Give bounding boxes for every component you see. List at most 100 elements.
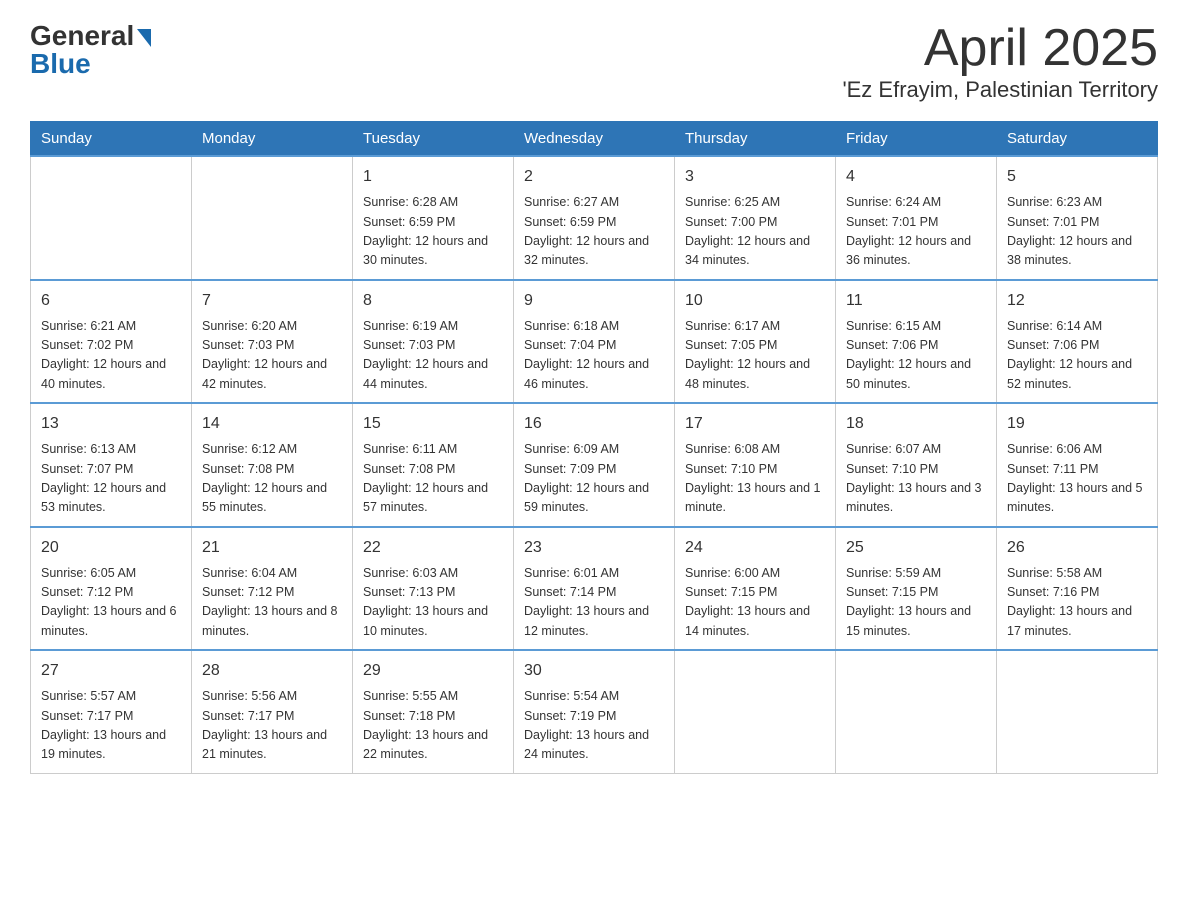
day-number: 13 — [41, 412, 181, 436]
page-header: General Blue April 2025 'Ez Efrayim, Pal… — [30, 20, 1158, 103]
calendar-cell: 19 Sunrise: 6:06 AMSunset: 7:11 PMDayligh… — [997, 403, 1158, 527]
day-number: 12 — [1007, 289, 1147, 313]
title-section: April 2025 'Ez Efrayim, Palestinian Terr… — [842, 20, 1158, 103]
header-friday: Friday — [836, 122, 997, 157]
calendar-cell: 4Sunrise: 6:24 AMSunset: 7:01 PMDaylight… — [836, 156, 997, 280]
calendar-cell — [836, 650, 997, 773]
day-info: Sunrise: 6:20 AMSunset: 7:03 PMDaylight:… — [202, 319, 327, 391]
day-number: 15 — [363, 412, 503, 436]
day-info: Sunrise: 6:13 AMSunset: 7:07 PMDaylight:… — [41, 442, 166, 514]
calendar-header-row: SundayMondayTuesdayWednesdayThursdayFrid… — [31, 122, 1158, 157]
calendar-cell: 21Sunrise: 6:04 AMSunset: 7:12 PMDayligh… — [192, 527, 353, 651]
header-tuesday: Tuesday — [353, 122, 514, 157]
calendar-cell: 23Sunrise: 6:01 AMSunset: 7:14 PMDayligh… — [514, 527, 675, 651]
calendar-cell — [675, 650, 836, 773]
calendar-cell: 17 Sunrise: 6:08 AMSunset: 7:10 PMDayligh… — [675, 403, 836, 527]
header-sunday: Sunday — [31, 122, 192, 157]
calendar-week-row: 1Sunrise: 6:28 AMSunset: 6:59 PMDaylight… — [31, 156, 1158, 280]
day-number: 2 — [524, 165, 664, 189]
calendar-cell: 1Sunrise: 6:28 AMSunset: 6:59 PMDaylight… — [353, 156, 514, 280]
day-number: 19 — [1007, 412, 1147, 436]
day-info: Sunrise: 6:23 AMSunset: 7:01 PMDaylight:… — [1007, 195, 1132, 267]
calendar-cell: 15 Sunrise: 6:11 AMSunset: 7:08 PMDayligh… — [353, 403, 514, 527]
day-number: 10 — [685, 289, 825, 313]
calendar-cell: 27 Sunrise: 5:57 AMSunset: 7:17 PMDayligh… — [31, 650, 192, 773]
day-number: 11 — [846, 289, 986, 313]
day-info: Sunrise: 6:25 AMSunset: 7:00 PMDaylight:… — [685, 195, 810, 267]
calendar-cell: 25Sunrise: 5:59 AMSunset: 7:15 PMDayligh… — [836, 527, 997, 651]
day-number: 6 — [41, 289, 181, 313]
day-info: Sunrise: 6:24 AMSunset: 7:01 PMDaylight:… — [846, 195, 971, 267]
calendar-cell: 12 Sunrise: 6:14 AMSunset: 7:06 PMDayligh… — [997, 280, 1158, 404]
day-info: Sunrise: 6:05 AMSunset: 7:12 PMDaylight:… — [41, 566, 177, 638]
calendar-week-row: 20Sunrise: 6:05 AMSunset: 7:12 PMDayligh… — [31, 527, 1158, 651]
calendar-cell: 22 Sunrise: 6:03 AMSunset: 7:13 PMDayligh… — [353, 527, 514, 651]
day-info: Sunrise: 6:03 AMSunset: 7:13 PMDaylight:… — [363, 566, 488, 638]
day-number: 9 — [524, 289, 664, 313]
day-info: Sunrise: 6:04 AMSunset: 7:12 PMDaylight:… — [202, 566, 338, 638]
day-number: 22 — [363, 536, 503, 560]
calendar-cell — [192, 156, 353, 280]
day-number: 27 — [41, 659, 181, 683]
day-number: 5 — [1007, 165, 1147, 189]
day-info: Sunrise: 5:58 AMSunset: 7:16 PMDaylight:… — [1007, 566, 1132, 638]
day-number: 28 — [202, 659, 342, 683]
day-info: Sunrise: 6:09 AMSunset: 7:09 PMDaylight:… — [524, 442, 649, 514]
calendar-cell: 16 Sunrise: 6:09 AMSunset: 7:09 PMDayligh… — [514, 403, 675, 527]
day-number: 8 — [363, 289, 503, 313]
day-number: 18 — [846, 412, 986, 436]
day-info: Sunrise: 6:06 AMSunset: 7:11 PMDaylight:… — [1007, 442, 1143, 514]
day-info: Sunrise: 6:21 AMSunset: 7:02 PMDaylight:… — [41, 319, 166, 391]
calendar-cell: 11 Sunrise: 6:15 AMSunset: 7:06 PMDayligh… — [836, 280, 997, 404]
header-monday: Monday — [192, 122, 353, 157]
day-number: 29 — [363, 659, 503, 683]
calendar-cell: 29 Sunrise: 5:55 AMSunset: 7:18 PMDayligh… — [353, 650, 514, 773]
day-info: Sunrise: 5:55 AMSunset: 7:18 PMDaylight:… — [363, 689, 488, 761]
day-number: 17 — [685, 412, 825, 436]
calendar-cell: 9 Sunrise: 6:18 AMSunset: 7:04 PMDaylight… — [514, 280, 675, 404]
day-info: Sunrise: 6:12 AMSunset: 7:08 PMDaylight:… — [202, 442, 327, 514]
day-number: 16 — [524, 412, 664, 436]
day-info: Sunrise: 6:19 AMSunset: 7:03 PMDaylight:… — [363, 319, 488, 391]
day-info: Sunrise: 6:08 AMSunset: 7:10 PMDaylight:… — [685, 442, 821, 514]
calendar-cell — [997, 650, 1158, 773]
day-info: Sunrise: 6:17 AMSunset: 7:05 PMDaylight:… — [685, 319, 810, 391]
day-info: Sunrise: 6:00 AMSunset: 7:15 PMDaylight:… — [685, 566, 810, 638]
logo-text-blue: Blue — [30, 48, 91, 80]
day-info: Sunrise: 6:18 AMSunset: 7:04 PMDaylight:… — [524, 319, 649, 391]
day-number: 24 — [685, 536, 825, 560]
header-saturday: Saturday — [997, 122, 1158, 157]
day-info: Sunrise: 5:56 AMSunset: 7:17 PMDaylight:… — [202, 689, 327, 761]
calendar-cell: 28 Sunrise: 5:56 AMSunset: 7:17 PMDayligh… — [192, 650, 353, 773]
day-info: Sunrise: 6:07 AMSunset: 7:10 PMDaylight:… — [846, 442, 982, 514]
logo-triangle-icon — [137, 29, 151, 47]
calendar-cell: 8 Sunrise: 6:19 AMSunset: 7:03 PMDaylight… — [353, 280, 514, 404]
day-info: Sunrise: 5:54 AMSunset: 7:19 PMDaylight:… — [524, 689, 649, 761]
calendar-cell: 20Sunrise: 6:05 AMSunset: 7:12 PMDayligh… — [31, 527, 192, 651]
calendar-cell: 6 Sunrise: 6:21 AMSunset: 7:02 PMDaylight… — [31, 280, 192, 404]
day-info: Sunrise: 6:11 AMSunset: 7:08 PMDaylight:… — [363, 442, 488, 514]
day-info: Sunrise: 6:01 AMSunset: 7:14 PMDaylight:… — [524, 566, 649, 638]
day-number: 14 — [202, 412, 342, 436]
calendar-cell: 18 Sunrise: 6:07 AMSunset: 7:10 PMDayligh… — [836, 403, 997, 527]
day-number: 26 — [1007, 536, 1147, 560]
calendar-cell: 14 Sunrise: 6:12 AMSunset: 7:08 PMDayligh… — [192, 403, 353, 527]
calendar-cell: 3Sunrise: 6:25 AMSunset: 7:00 PMDaylight… — [675, 156, 836, 280]
calendar-subtitle: 'Ez Efrayim, Palestinian Territory — [842, 77, 1158, 103]
day-info: Sunrise: 6:15 AMSunset: 7:06 PMDaylight:… — [846, 319, 971, 391]
calendar-cell: 13 Sunrise: 6:13 AMSunset: 7:07 PMDayligh… — [31, 403, 192, 527]
calendar-cell — [31, 156, 192, 280]
day-number: 7 — [202, 289, 342, 313]
header-thursday: Thursday — [675, 122, 836, 157]
day-info: Sunrise: 6:14 AMSunset: 7:06 PMDaylight:… — [1007, 319, 1132, 391]
calendar-table: SundayMondayTuesdayWednesdayThursdayFrid… — [30, 121, 1158, 774]
calendar-week-row: 27 Sunrise: 5:57 AMSunset: 7:17 PMDayligh… — [31, 650, 1158, 773]
calendar-cell: 7 Sunrise: 6:20 AMSunset: 7:03 PMDaylight… — [192, 280, 353, 404]
calendar-cell: 2Sunrise: 6:27 AMSunset: 6:59 PMDaylight… — [514, 156, 675, 280]
day-info: Sunrise: 5:57 AMSunset: 7:17 PMDaylight:… — [41, 689, 166, 761]
calendar-week-row: 13 Sunrise: 6:13 AMSunset: 7:07 PMDayligh… — [31, 403, 1158, 527]
day-number: 30 — [524, 659, 664, 683]
logo: General Blue — [30, 20, 151, 80]
calendar-cell: 10 Sunrise: 6:17 AMSunset: 7:05 PMDayligh… — [675, 280, 836, 404]
header-wednesday: Wednesday — [514, 122, 675, 157]
